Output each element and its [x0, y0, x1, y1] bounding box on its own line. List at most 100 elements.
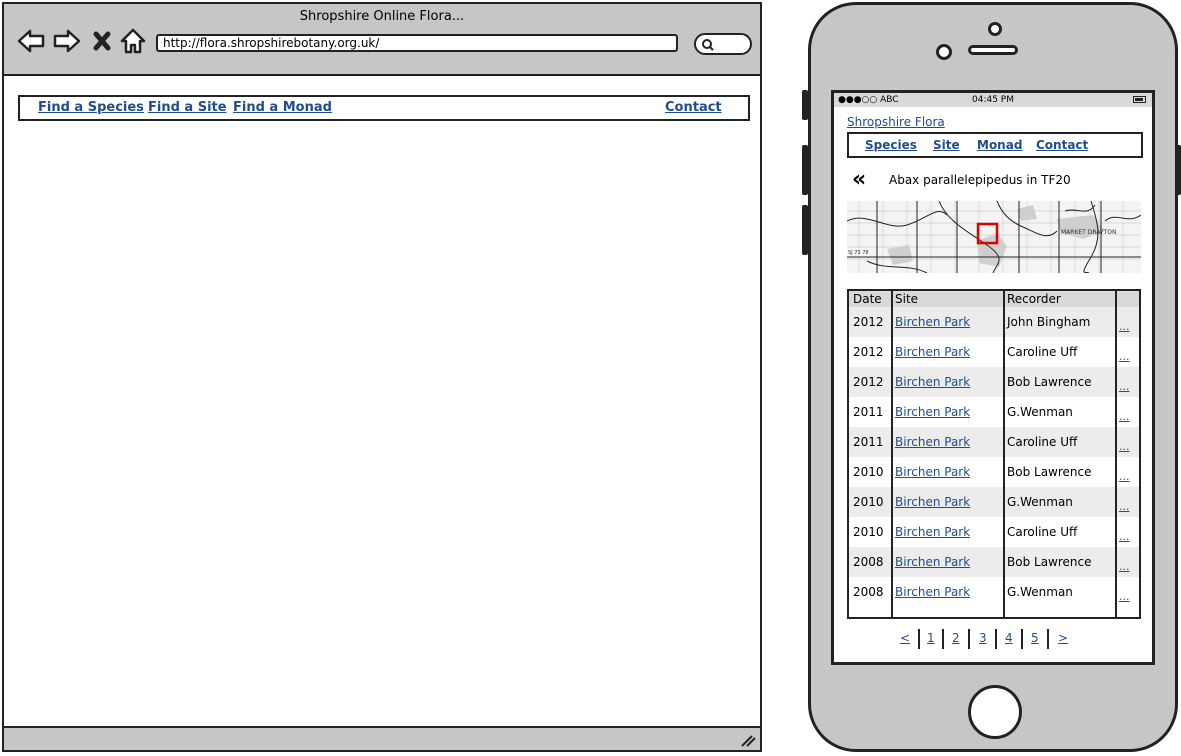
site-link[interactable]: Birchen Park [895, 495, 970, 509]
url-bar[interactable]: http://flora.shropshirebotany.org.uk/ [156, 34, 678, 52]
back-arrow-icon[interactable] [16, 26, 46, 56]
site-link[interactable]: Birchen Park [895, 555, 970, 569]
mobile-nav-monad[interactable]: Monad [977, 138, 1022, 152]
phone-sensor [936, 44, 952, 60]
cell-date: 2012 [853, 375, 884, 389]
stop-icon[interactable] [90, 26, 120, 56]
pager-next[interactable]: > [1058, 631, 1068, 645]
cell-recorder: John Bingham [1007, 315, 1091, 329]
site-link[interactable]: Birchen Park [895, 435, 970, 449]
cell-date: 2010 [853, 495, 884, 509]
header-date: Date [853, 292, 882, 306]
site-link[interactable]: Birchen Park [895, 525, 970, 539]
phone-camera [988, 22, 1002, 36]
cell-date: 2011 [853, 405, 884, 419]
cell-site: Birchen Park [895, 337, 970, 367]
pager-page-2[interactable]: 2 [952, 631, 960, 645]
cell-more: ... [1119, 581, 1130, 612]
map-grid-label: SJ 73 78 [848, 250, 869, 256]
row-more-link[interactable]: ... [1119, 440, 1130, 453]
row-more-link[interactable]: ... [1119, 380, 1130, 393]
browser-chrome: Shropshire Online Flora... http://flora.… [4, 4, 760, 76]
cell-date: 2008 [853, 585, 884, 599]
cell-site: Birchen Park [895, 517, 970, 547]
browser-status-bar [4, 726, 760, 750]
cell-recorder: G.Wenman [1007, 585, 1073, 599]
map-place-label: MARKET DRAYTON [1061, 229, 1116, 236]
phone-speaker [968, 45, 1018, 55]
back-chevron-icon[interactable]: « [852, 169, 866, 191]
row-more-link[interactable]: ... [1119, 590, 1130, 603]
row-more-link[interactable]: ... [1119, 410, 1130, 423]
nav-find-site[interactable]: Find a Site [148, 100, 227, 115]
page-heading: Abax parallelepipedus in TF20 [889, 173, 1071, 187]
pager-page-1[interactable]: 1 [927, 631, 935, 645]
pager-page-3[interactable]: 3 [979, 631, 987, 645]
cell-recorder: G.Wenman [1007, 495, 1073, 509]
row-more-link[interactable]: ... [1119, 470, 1130, 483]
cell-site: Birchen Park [895, 487, 970, 517]
pager-page-5[interactable]: 5 [1031, 631, 1039, 645]
row-more-link[interactable]: ... [1119, 350, 1130, 363]
browser-search-box[interactable] [694, 33, 752, 55]
resize-grip-icon[interactable] [740, 733, 756, 747]
cell-site: Birchen Park [895, 427, 970, 457]
forward-arrow-icon[interactable] [52, 26, 82, 56]
site-link[interactable]: Birchen Park [895, 585, 970, 599]
status-time: 04:45 PM [972, 95, 1014, 105]
pager-divider [1047, 629, 1049, 649]
column-divider [1003, 291, 1005, 617]
cell-recorder: G.Wenman [1007, 405, 1073, 419]
site-link[interactable]: Birchen Park [895, 345, 970, 359]
header-site: Site [895, 292, 919, 306]
cell-date: 2012 [853, 345, 884, 359]
row-more-link[interactable]: ... [1119, 500, 1130, 513]
ios-status-bar: ●●●○○ ABC 04:45 PM [834, 93, 1152, 107]
carrier-signal: ●●●○○ ABC [838, 95, 899, 105]
header-recorder: Recorder [1007, 292, 1061, 306]
column-divider [891, 291, 893, 617]
cell-date: 2008 [853, 555, 884, 569]
site-link[interactable]: Birchen Park [895, 315, 970, 329]
pager-page-4[interactable]: 4 [1005, 631, 1013, 645]
home-icon[interactable] [118, 26, 148, 56]
cell-site: Birchen Park [895, 367, 970, 397]
cell-date: 2012 [853, 315, 884, 329]
nav-find-species[interactable]: Find a Species [38, 100, 144, 115]
browser-title: Shropshire Online Flora... [299, 9, 465, 24]
nav-find-monad[interactable]: Find a Monad [233, 100, 332, 115]
pager-divider [1021, 629, 1023, 649]
browser-window: Shropshire Online Flora... http://flora.… [2, 2, 762, 752]
site-link[interactable]: Birchen Park [895, 375, 970, 389]
pager-divider [968, 629, 970, 649]
phone-device: ●●●○○ ABC 04:45 PM Shropshire Flora Spec… [808, 2, 1178, 752]
site-nav: Find a Species Find a Site Find a Monad … [18, 95, 750, 121]
pager-prev[interactable]: < [900, 631, 910, 645]
nav-contact[interactable]: Contact [665, 100, 722, 115]
site-title-link[interactable]: Shropshire Flora [847, 115, 945, 129]
cell-date: 2010 [853, 525, 884, 539]
cell-recorder: Bob Lawrence [1007, 555, 1092, 569]
row-more-link[interactable]: ... [1119, 530, 1130, 543]
mobile-nav-site[interactable]: Site [933, 138, 960, 152]
row-more-link[interactable]: ... [1119, 560, 1130, 573]
site-link[interactable]: Birchen Park [895, 405, 970, 419]
row-more-link[interactable]: ... [1119, 320, 1130, 333]
site-link[interactable]: Birchen Park [895, 465, 970, 479]
phone-screen: ●●●○○ ABC 04:45 PM Shropshire Flora Spec… [831, 90, 1155, 665]
pager-divider [995, 629, 997, 649]
cell-site: Birchen Park [895, 547, 970, 577]
pagination: < 1 2 3 4 5 > [834, 629, 1152, 649]
monad-map[interactable]: MARKET DRAYTON SJ 73 78 [847, 201, 1141, 273]
cell-recorder: Bob Lawrence [1007, 375, 1092, 389]
cell-recorder: Caroline Uff [1007, 345, 1078, 359]
records-table: Date Site Recorder 2012 Birchen Park John … [847, 289, 1141, 619]
mobile-nav-contact[interactable]: Contact [1036, 138, 1088, 152]
mobile-nav-species[interactable]: Species [865, 138, 917, 152]
search-icon [702, 39, 714, 51]
cell-recorder: Bob Lawrence [1007, 465, 1092, 479]
battery-icon [1133, 96, 1146, 103]
cell-site: Birchen Park [895, 397, 970, 427]
pager-divider [918, 629, 920, 649]
phone-home-button[interactable] [968, 685, 1022, 739]
